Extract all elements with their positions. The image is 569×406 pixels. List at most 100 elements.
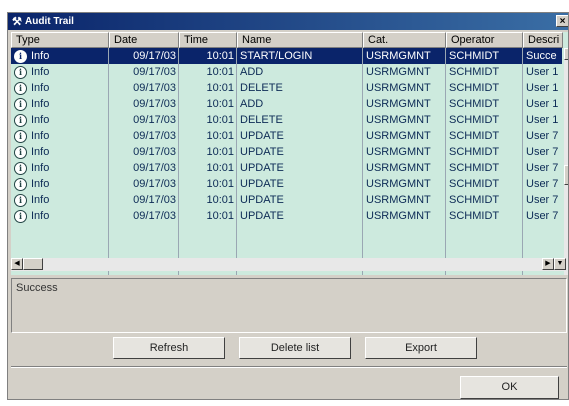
cell-operator: SCHMIDT bbox=[449, 50, 500, 62]
cell-desc: Succe bbox=[526, 50, 557, 62]
table-row[interactable]: i Info 09/17/03 10:01 UPDATE USRMGMNT SCHMIDT U… bbox=[11, 144, 562, 160]
column-header-date[interactable]: Date bbox=[109, 32, 179, 48]
column-separator bbox=[522, 48, 523, 275]
cell-time: 10:01 bbox=[206, 194, 234, 206]
info-icon: i bbox=[14, 177, 27, 191]
cell-cat: USRMGMNT bbox=[366, 162, 431, 174]
delete-list-button[interactable]: Delete list bbox=[239, 337, 351, 359]
cell-time: 10:01 bbox=[206, 114, 234, 126]
info-icon: i bbox=[14, 113, 27, 127]
info-icon: i bbox=[14, 209, 27, 223]
column-header-type[interactable]: Type bbox=[11, 32, 109, 48]
cell-operator: SCHMIDT bbox=[449, 162, 500, 174]
cell-type-text: Info bbox=[31, 50, 50, 62]
audit-list[interactable]: Type Date Time Name Cat. Operator Descri i Info… bbox=[11, 32, 568, 275]
cell-date: 09/17/03 bbox=[133, 210, 176, 222]
column-separator bbox=[178, 48, 179, 275]
cell-operator: SCHMIDT bbox=[449, 146, 500, 158]
cell-operator: SCHMIDT bbox=[449, 114, 500, 126]
column-header-cat[interactable]: Cat. bbox=[363, 32, 446, 48]
cell-type: i Info bbox=[11, 80, 109, 96]
cell-type-text: Info bbox=[31, 146, 50, 158]
cell-name: START/LOGIN bbox=[240, 50, 313, 62]
cell-name: ADD bbox=[240, 98, 264, 110]
cell-type: i Info bbox=[11, 192, 109, 208]
cell-type-text: Info bbox=[31, 98, 50, 110]
cell-cat: USRMGMNT bbox=[366, 82, 431, 94]
title-bar[interactable]: ⚒ Audit Trail × bbox=[8, 13, 568, 30]
cell-date: 09/17/03 bbox=[133, 162, 176, 174]
message-panel: Success bbox=[11, 278, 567, 333]
scroll-left-button[interactable]: ◀ bbox=[11, 258, 23, 270]
cell-name: UPDATE bbox=[240, 162, 284, 174]
info-icon: i bbox=[14, 145, 27, 159]
cell-date: 09/17/03 bbox=[133, 146, 176, 158]
table-row[interactable]: i Info 09/17/03 10:01 ADD USRMGMNT SCHMIDT User… bbox=[11, 64, 562, 80]
scroll-down-button[interactable]: ▼ bbox=[554, 258, 566, 270]
cell-time: 10:01 bbox=[206, 146, 234, 158]
scroll-thumb[interactable] bbox=[564, 165, 568, 185]
cell-date: 09/17/03 bbox=[133, 114, 176, 126]
info-icon: i bbox=[14, 161, 27, 175]
scroll-right-button[interactable]: ▶ bbox=[542, 258, 554, 270]
cell-desc: User 1 bbox=[526, 82, 559, 94]
cell-type: i Info bbox=[11, 48, 109, 64]
column-header-time[interactable]: Time bbox=[179, 32, 237, 48]
cell-cat: USRMGMNT bbox=[366, 130, 431, 142]
table-row[interactable]: i Info 09/17/03 10:01 UPDATE USRMGMNT SCHMIDT U… bbox=[11, 160, 562, 176]
cell-operator: SCHMIDT bbox=[449, 82, 500, 94]
horizontal-scrollbar[interactable]: ◀ ▶ ▼ bbox=[11, 258, 566, 271]
cell-time: 10:01 bbox=[206, 130, 234, 142]
table-row[interactable]: i Info 09/17/03 10:01 UPDATE USRMGMNT SCHMIDT U… bbox=[11, 208, 562, 224]
cell-date: 09/17/03 bbox=[133, 130, 176, 142]
scroll-up-button[interactable]: ▲ bbox=[564, 48, 568, 60]
cell-date: 09/17/03 bbox=[133, 50, 176, 62]
cell-cat: USRMGMNT bbox=[366, 178, 431, 190]
window-title: Audit Trail bbox=[25, 16, 74, 27]
scroll-thumb-horizontal[interactable] bbox=[23, 258, 43, 270]
cell-name: UPDATE bbox=[240, 194, 284, 206]
cell-type: i Info bbox=[11, 96, 109, 112]
cell-desc: User 1 bbox=[526, 114, 559, 126]
column-header-name[interactable]: Name bbox=[237, 32, 363, 48]
cell-operator: SCHMIDT bbox=[449, 194, 500, 206]
cell-time: 10:01 bbox=[206, 162, 234, 174]
cell-time: 10:01 bbox=[206, 82, 234, 94]
table-row[interactable]: i Info 09/17/03 10:01 UPDATE USRMGMNT SCHMIDT U… bbox=[11, 176, 562, 192]
column-header-operator[interactable]: Operator bbox=[446, 32, 523, 48]
audit-trail-icon: ⚒ bbox=[12, 16, 22, 28]
cell-cat: USRMGMNT bbox=[366, 98, 431, 110]
cell-name: DELETE bbox=[240, 82, 283, 94]
column-header-desc[interactable]: Descri bbox=[523, 32, 563, 48]
cell-name: UPDATE bbox=[240, 130, 284, 142]
divider bbox=[11, 366, 567, 368]
cell-desc: User 7 bbox=[526, 162, 559, 174]
export-button[interactable]: Export bbox=[365, 337, 477, 359]
cell-type-text: Info bbox=[31, 210, 50, 222]
cell-desc: User 7 bbox=[526, 210, 559, 222]
vertical-scrollbar[interactable]: ▲ bbox=[564, 48, 568, 275]
cell-type: i Info bbox=[11, 160, 109, 176]
table-row[interactable]: i Info 09/17/03 10:01 DELETE USRMGMNT SCHMIDT U… bbox=[11, 112, 562, 128]
cell-time: 10:01 bbox=[206, 178, 234, 190]
table-row[interactable]: i Info 09/17/03 10:01 UPDATE USRMGMNT SCHMIDT U… bbox=[11, 128, 562, 144]
cell-desc: User 7 bbox=[526, 178, 559, 190]
column-separator bbox=[445, 48, 446, 275]
cell-operator: SCHMIDT bbox=[449, 98, 500, 110]
cell-cat: USRMGMNT bbox=[366, 194, 431, 206]
cell-name: UPDATE bbox=[240, 178, 284, 190]
cell-type-text: Info bbox=[31, 130, 50, 142]
cell-date: 09/17/03 bbox=[133, 178, 176, 190]
cell-cat: USRMGMNT bbox=[366, 66, 431, 78]
table-row[interactable]: i Info 09/17/03 10:01 START/LOGIN USRMGMNT SCH… bbox=[11, 48, 562, 64]
ok-button[interactable]: OK bbox=[460, 376, 559, 399]
refresh-button[interactable]: Refresh bbox=[113, 337, 225, 359]
info-icon: i bbox=[14, 81, 27, 95]
table-row[interactable]: i Info 09/17/03 10:01 DELETE USRMGMNT SCHMIDT U… bbox=[11, 80, 562, 96]
close-button[interactable]: × bbox=[556, 15, 568, 27]
cell-date: 09/17/03 bbox=[133, 66, 176, 78]
table-row[interactable]: i Info 09/17/03 10:01 UPDATE USRMGMNT SCHMIDT U… bbox=[11, 192, 562, 208]
cell-cat: USRMGMNT bbox=[366, 146, 431, 158]
cell-operator: SCHMIDT bbox=[449, 130, 500, 142]
table-row[interactable]: i Info 09/17/03 10:01 ADD USRMGMNT SCHMIDT User… bbox=[11, 96, 562, 112]
